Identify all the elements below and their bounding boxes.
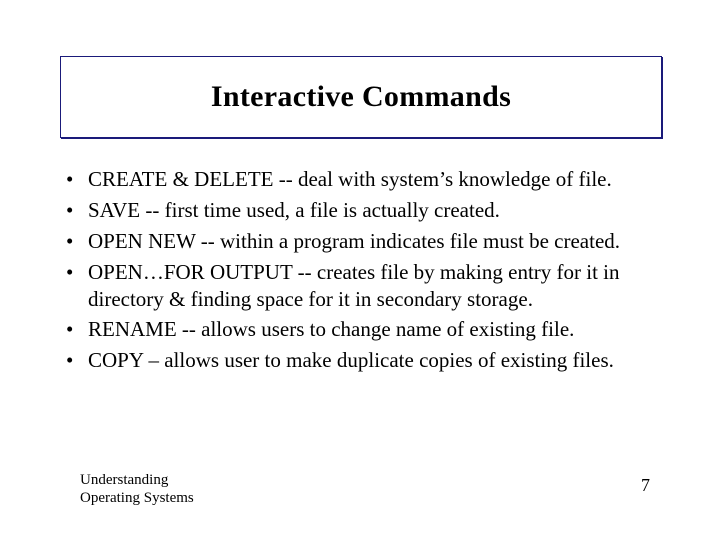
body-content: CREATE & DELETE -- deal with system’s kn… — [64, 166, 664, 378]
footer-left: Understanding Operating Systems — [80, 471, 194, 509]
slide: Interactive Commands CREATE & DELETE -- … — [0, 0, 720, 540]
list-item: CREATE & DELETE -- deal with system’s kn… — [64, 166, 664, 193]
footer-line-1: Understanding — [80, 471, 194, 490]
list-item: COPY – allows user to make duplicate cop… — [64, 347, 664, 374]
bullet-list: CREATE & DELETE -- deal with system’s kn… — [64, 166, 664, 374]
slide-title: Interactive Commands — [211, 80, 511, 114]
list-item: SAVE -- first time used, a file is actua… — [64, 197, 664, 224]
page-number: 7 — [641, 475, 650, 496]
list-item: RENAME -- allows users to change name of… — [64, 316, 664, 343]
list-item: OPEN NEW -- within a program indicates f… — [64, 228, 664, 255]
list-item: OPEN…FOR OUTPUT -- creates file by makin… — [64, 259, 664, 313]
footer-line-2: Operating Systems — [80, 489, 194, 508]
title-box: Interactive Commands — [60, 56, 662, 138]
